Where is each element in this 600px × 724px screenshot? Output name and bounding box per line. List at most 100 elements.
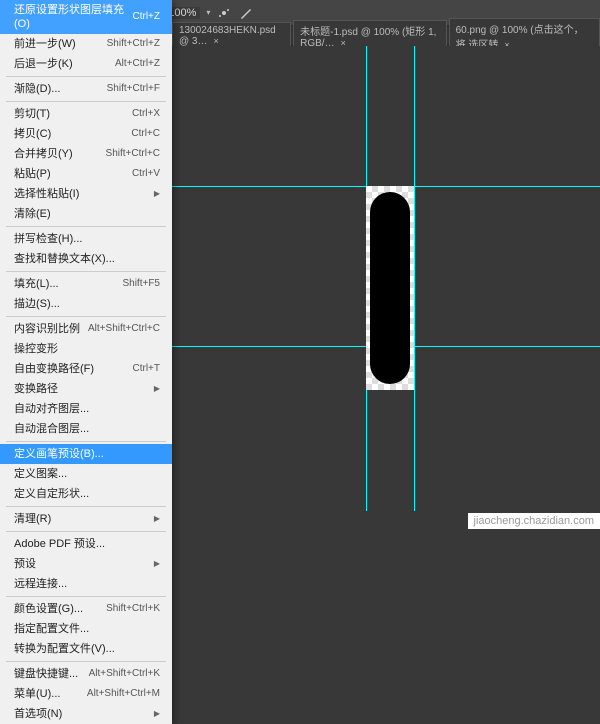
- menu-item-shortcut: Shift+Ctrl+K: [106, 602, 160, 616]
- menu-item-label: 填充(L)...: [14, 277, 59, 291]
- menu-separator: [6, 101, 166, 102]
- menu-item-shortcut: Ctrl+X: [132, 107, 160, 121]
- menu-item-label: 前进一步(W): [14, 37, 76, 51]
- close-icon[interactable]: ×: [214, 36, 219, 46]
- edit-menu: 还原设置形状图层填充(O)Ctrl+Z 前进一步(W) Shift+Ctrl+Z 后退…: [0, 0, 172, 724]
- menu-item[interactable]: 颜色设置(G)... Shift+Ctrl+K: [0, 599, 172, 619]
- chevron-right-icon: ▶: [154, 707, 160, 721]
- menu-item[interactable]: 定义图案...: [0, 464, 172, 484]
- chevron-right-icon: ▶: [154, 382, 160, 396]
- menu-item-shortcut: Shift+Ctrl+Z: [107, 37, 160, 51]
- menu-item[interactable]: 清理(R) ▶: [0, 509, 172, 529]
- menu-item[interactable]: 前进一步(W) Shift+Ctrl+Z: [0, 34, 172, 54]
- menu-item[interactable]: 首选项(N) ▶: [0, 704, 172, 724]
- menu-item-shortcut: Shift+Ctrl+C: [106, 147, 160, 161]
- menu-item[interactable]: 转换为配置文件(V)...: [0, 639, 172, 659]
- menu-item[interactable]: 自动对齐图层...: [0, 399, 172, 419]
- menu-item-label: 渐隐(D)...: [14, 82, 60, 96]
- menu-item-label: 清理(R): [14, 512, 51, 526]
- menu-item[interactable]: 定义画笔预设(B)...: [0, 444, 172, 464]
- menu-item-label: 首选项(N): [14, 707, 62, 721]
- menu-item-label: 定义自定形状...: [14, 487, 89, 501]
- menu-item-label: 定义图案...: [14, 467, 67, 481]
- menu-item-label: 自动混合图层...: [14, 422, 89, 436]
- menu-item[interactable]: 填充(L)... Shift+F5: [0, 274, 172, 294]
- menu-item[interactable]: 键盘快捷键...Alt+Shift+Ctrl+K: [0, 664, 172, 684]
- menu-item-label: 选择性粘贴(I): [14, 187, 79, 201]
- menu-separator: [6, 441, 166, 442]
- menu-item[interactable]: 定义自定形状...: [0, 484, 172, 504]
- menu-item[interactable]: 自动混合图层...: [0, 419, 172, 439]
- menu-item-label: 预设: [14, 557, 36, 571]
- menu-item[interactable]: 指定配置文件...: [0, 619, 172, 639]
- menu-item-shortcut: Shift+Ctrl+F: [107, 82, 160, 96]
- menu-item-label: 变换路径: [14, 382, 58, 396]
- menu-item[interactable]: 后退一步(K) Alt+Ctrl+Z: [0, 54, 172, 74]
- chevron-down-icon[interactable]: ▾: [206, 8, 210, 17]
- menu-item[interactable]: 清除(E): [0, 204, 172, 224]
- menu-item-label: 清除(E): [14, 207, 51, 221]
- menu-item[interactable]: 拼写检查(H)...: [0, 229, 172, 249]
- canvas-area[interactable]: [172, 46, 600, 511]
- menu-separator: [6, 531, 166, 532]
- menu-item-label: 远程连接...: [14, 577, 67, 591]
- menu-item[interactable]: 选择性粘贴(I) ▶: [0, 184, 172, 204]
- menu-item[interactable]: Adobe PDF 预设...: [0, 534, 172, 554]
- menu-item-shortcut: Alt+Shift+Ctrl+K: [89, 667, 160, 681]
- chevron-right-icon: ▶: [154, 557, 160, 571]
- menu-item-label: Adobe PDF 预设...: [14, 537, 105, 551]
- menu-separator: [6, 506, 166, 507]
- menu-item-shortcut: Alt+Shift+Ctrl+C: [88, 322, 160, 336]
- canvas-document[interactable]: [366, 186, 414, 390]
- menu-item-label: 自动对齐图层...: [14, 402, 89, 416]
- menu-item[interactable]: 变换路径 ▶: [0, 379, 172, 399]
- menu-item[interactable]: 预设 ▶: [0, 554, 172, 574]
- menu-item[interactable]: 查找和替换文本(X)...: [0, 249, 172, 269]
- menu-item-label: 粘贴(P): [14, 167, 51, 181]
- menu-separator: [6, 226, 166, 227]
- menu-item-shortcut: Shift+F5: [122, 277, 160, 291]
- menu-item[interactable]: 自由变换路径(F) Ctrl+T: [0, 359, 172, 379]
- chevron-right-icon: ▶: [154, 512, 160, 526]
- menu-item[interactable]: 渐隐(D)... Shift+Ctrl+F: [0, 79, 172, 99]
- menu-item-label: 自由变换路径(F): [14, 362, 94, 376]
- menu-separator: [6, 316, 166, 317]
- menu-item[interactable]: 远程连接...: [0, 574, 172, 594]
- menu-item[interactable]: 拷贝(C) Ctrl+C: [0, 124, 172, 144]
- menu-item-label: 剪切(T): [14, 107, 50, 121]
- document-tab[interactable]: 130024683HEKN.psd @ 3…×: [172, 22, 291, 49]
- menu-separator: [6, 661, 166, 662]
- menu-item-label: 指定配置文件...: [14, 622, 89, 636]
- menu-item-label: 查找和替换文本(X)...: [14, 252, 115, 266]
- shape-rounded-rect[interactable]: [370, 192, 410, 384]
- menu-item-label: 合并拷贝(Y): [14, 147, 73, 161]
- menu-item-shortcut: Alt+Ctrl+Z: [115, 57, 160, 71]
- airbrush-icon[interactable]: [216, 5, 232, 21]
- guide-vertical[interactable]: [414, 46, 415, 511]
- menu-item[interactable]: 粘贴(P) Ctrl+V: [0, 164, 172, 184]
- menu-item-label: 描边(S)...: [14, 297, 60, 311]
- menu-item-label: 颜色设置(G)...: [14, 602, 83, 616]
- menu-item[interactable]: 内容识别比例Alt+Shift+Ctrl+C: [0, 319, 172, 339]
- menu-item[interactable]: 合并拷贝(Y) Shift+Ctrl+C: [0, 144, 172, 164]
- menu-separator: [6, 271, 166, 272]
- menu-item-shortcut: Ctrl+Z: [133, 10, 161, 24]
- menu-separator: [6, 596, 166, 597]
- menu-item-label: 还原设置形状图层填充(O): [14, 3, 133, 31]
- menu-item-label: 定义画笔预设(B)...: [14, 447, 104, 461]
- chevron-right-icon: ▶: [154, 187, 160, 201]
- menu-item-shortcut: Ctrl+C: [131, 127, 160, 141]
- tab-title: 130024683HEKN.psd @ 3…: [179, 25, 276, 47]
- menu-item-shortcut: Ctrl+T: [133, 362, 161, 376]
- menu-item[interactable]: 剪切(T) Ctrl+X: [0, 104, 172, 124]
- menu-item-label: 操控变形: [14, 342, 58, 356]
- menu-item-label: 后退一步(K): [14, 57, 73, 71]
- menu-item-shortcut: Ctrl+V: [132, 167, 160, 181]
- menu-item[interactable]: 描边(S)...: [0, 294, 172, 314]
- pressure-size-icon[interactable]: [238, 5, 254, 21]
- menu-item[interactable]: 菜单(U)...Alt+Shift+Ctrl+M: [0, 684, 172, 704]
- menu-item-label: 拷贝(C): [14, 127, 51, 141]
- menu-item[interactable]: 还原设置形状图层填充(O)Ctrl+Z: [0, 0, 172, 34]
- menu-item[interactable]: 操控变形: [0, 339, 172, 359]
- menu-item-label: 拼写检查(H)...: [14, 232, 82, 246]
